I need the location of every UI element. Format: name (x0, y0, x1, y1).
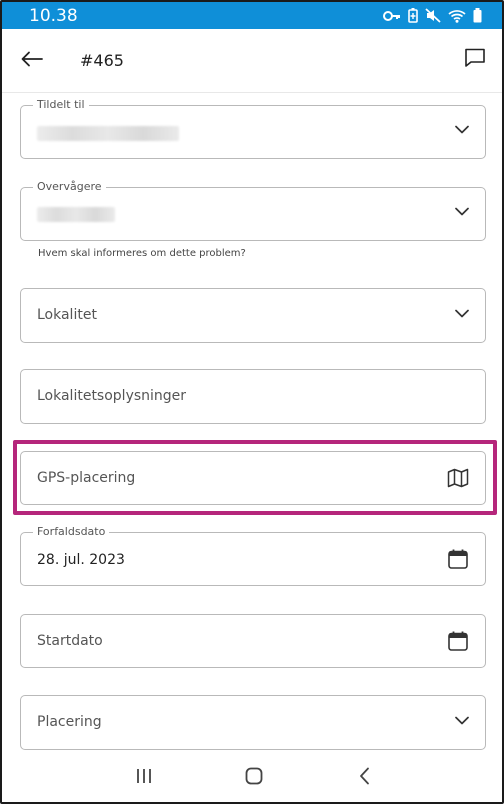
placement-select[interactable]: Placering (20, 695, 486, 750)
calendar-icon[interactable] (447, 630, 469, 652)
home-icon (245, 767, 263, 790)
mute-icon (425, 8, 441, 23)
due-date-label: Forfaldsdato (33, 525, 110, 538)
wifi-icon (448, 9, 466, 23)
key-icon (383, 10, 401, 22)
start-date-placeholder: Startdato (37, 633, 103, 649)
map-icon[interactable] (447, 468, 469, 488)
watchers-value-redacted (37, 207, 115, 222)
chevron-down-icon (455, 125, 469, 134)
status-icons (383, 8, 482, 23)
placement-placeholder: Placering (37, 714, 102, 730)
due-date-value: 28. jul. 2023 (37, 552, 125, 568)
watchers-select[interactable]: Overvågere (20, 180, 486, 241)
location-placeholder: Lokalitet (37, 307, 97, 323)
due-date-input[interactable]: Forfaldsdato 28. jul. 2023 (20, 525, 486, 586)
location-select[interactable]: Lokalitet (20, 288, 486, 343)
calendar-icon[interactable] (447, 548, 469, 570)
battery-icon (473, 8, 482, 23)
gps-location-input[interactable]: GPS-placering (20, 451, 486, 505)
comments-button[interactable] (460, 45, 490, 75)
comment-icon (464, 47, 486, 73)
gps-placeholder: GPS-placering (37, 470, 136, 486)
recent-apps-icon (135, 768, 153, 789)
location-info-placeholder: Lokalitetsoplysninger (37, 388, 187, 404)
app-bar: #465 (2, 29, 502, 93)
watchers-label: Overvågere (33, 180, 106, 193)
back-nav-icon (358, 767, 370, 790)
assigned-to-label: Tildelt til (33, 98, 89, 111)
start-date-input[interactable]: Startdato (20, 614, 486, 668)
chevron-down-icon (455, 207, 469, 216)
system-nav-bar (2, 750, 502, 802)
status-bar: 10.38 (2, 2, 502, 29)
page-title: #465 (80, 51, 124, 70)
assigned-to-value-redacted (37, 126, 179, 141)
chevron-down-icon (455, 309, 469, 318)
chevron-down-icon (455, 716, 469, 725)
battery-saver-icon (408, 8, 418, 23)
arrow-left-icon (21, 51, 43, 72)
location-info-input[interactable]: Lokalitetsoplysninger (20, 369, 486, 424)
home-button[interactable] (239, 766, 269, 790)
back-button[interactable] (16, 46, 48, 76)
app-screen: 10.38 #465 Tildelt til Overvågere Hvem s… (0, 0, 504, 804)
status-time: 10.38 (29, 6, 78, 26)
back-nav-button[interactable] (349, 766, 379, 790)
recent-apps-button[interactable] (129, 766, 159, 790)
watchers-helper-text: Hvem skal informeres om dette problem? (38, 248, 246, 259)
assigned-to-select[interactable]: Tildelt til (20, 98, 486, 159)
